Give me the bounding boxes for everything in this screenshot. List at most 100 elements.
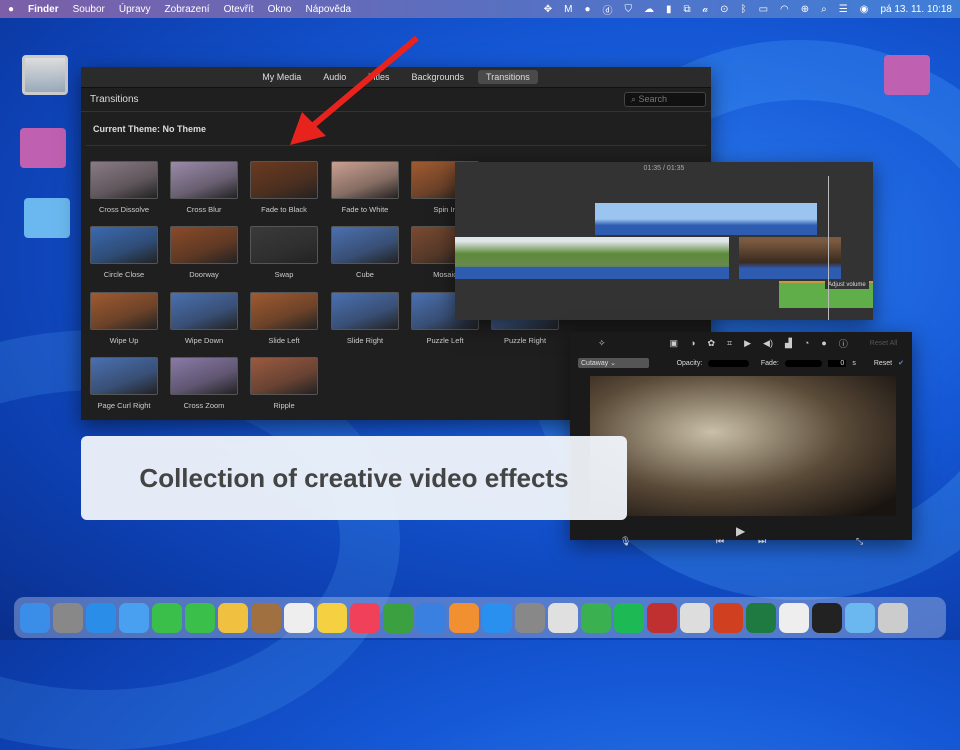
record-icon[interactable]: ● xyxy=(584,4,590,15)
clock[interactable]: pá 13. 11. 10:18 xyxy=(880,4,952,15)
excel-dock-icon[interactable] xyxy=(746,602,776,633)
bluetooth-icon[interactable]: ᛒ xyxy=(741,4,747,15)
menu-soubor[interactable]: Soubor xyxy=(73,4,105,15)
skip-back-icon[interactable]: ⏮ xyxy=(716,536,724,547)
transition-tile[interactable]: Page Curl Right xyxy=(89,357,159,410)
palette-icon[interactable]: ✿ xyxy=(708,338,716,349)
clip-landscape[interactable] xyxy=(455,237,729,279)
preview-dock-icon[interactable] xyxy=(680,602,710,633)
terminal-dock-icon[interactable] xyxy=(812,602,842,633)
volume-icon[interactable]: ◀) xyxy=(763,338,773,349)
menu-okno[interactable]: Okno xyxy=(268,4,292,15)
photos-dock-icon[interactable] xyxy=(218,602,248,633)
menu-otevrit[interactable]: Otevřít xyxy=(224,4,254,15)
wifi-icon[interactable]: ◠ xyxy=(780,4,789,15)
reminders-dock-icon[interactable] xyxy=(284,602,314,633)
color-balance-icon[interactable]: ◑ xyxy=(690,338,695,348)
tab-transitions[interactable]: Transitions xyxy=(478,70,538,84)
imac-desktop-icon[interactable] xyxy=(22,55,68,95)
d-icon[interactable]: ⓓ xyxy=(603,2,613,17)
control-center-icon[interactable]: ☰ xyxy=(839,4,848,15)
apple-menu-icon[interactable]: ● xyxy=(8,4,14,15)
skip-forward-icon[interactable]: ⏭ xyxy=(758,536,766,547)
transition-tile[interactable]: Wipe Up xyxy=(89,292,159,345)
crop-icon[interactable]: ⌗ xyxy=(727,338,732,349)
blue-folder-icon[interactable] xyxy=(24,198,70,238)
transition-tile[interactable]: Cross Dissolve xyxy=(89,161,159,214)
overlay-icon[interactable]: ▣ xyxy=(670,338,679,349)
facetime-dock-icon[interactable] xyxy=(152,602,182,633)
filter-icon[interactable]: ● xyxy=(821,338,826,348)
info-icon[interactable]: ⓘ xyxy=(839,337,848,350)
numbers-dock-icon[interactable] xyxy=(383,602,413,633)
transition-tile[interactable]: Wipe Down xyxy=(169,292,239,345)
playhead[interactable] xyxy=(828,176,829,320)
pink-folder-icon-right[interactable] xyxy=(884,55,930,95)
cloud-icon[interactable]: ☁ xyxy=(644,4,654,15)
transition-tile[interactable]: Fade to Black xyxy=(249,161,319,214)
pages-dock-icon[interactable] xyxy=(449,602,479,633)
screens-icon[interactable]: ⧉ xyxy=(684,4,691,15)
launchpad-dock-icon[interactable] xyxy=(53,602,83,633)
malwarebytes-icon[interactable]: M xyxy=(564,4,572,15)
fade-slider[interactable] xyxy=(784,359,822,367)
transition-tile[interactable]: Ripple xyxy=(249,357,319,410)
spotify-dock-icon[interactable] xyxy=(614,602,644,633)
system-preferences-dock-icon[interactable] xyxy=(515,602,545,633)
opacity-slider[interactable] xyxy=(708,359,749,367)
user-icon[interactable]: ⊕ xyxy=(801,4,809,15)
fullscreen-icon[interactable]: ⤡ xyxy=(856,536,863,547)
finder-dock-icon[interactable] xyxy=(20,602,50,633)
transition-tile[interactable]: Cross Blur xyxy=(169,161,239,214)
reset-all-button[interactable]: Reset All xyxy=(870,340,898,347)
menu-finder[interactable]: Finder xyxy=(28,4,59,15)
play-circle-icon[interactable]: ⊙ xyxy=(720,4,728,15)
feedly-dock-icon[interactable] xyxy=(581,602,611,633)
music-dock-icon[interactable] xyxy=(350,602,380,633)
shield-icon[interactable]: ⛉ xyxy=(625,4,633,15)
clip-cafe[interactable] xyxy=(739,237,841,279)
transition-tile[interactable]: Cube xyxy=(330,226,400,279)
dropbox-icon[interactable]: ✥ xyxy=(544,4,552,15)
transition-tile[interactable]: Slide Right xyxy=(330,292,400,345)
keynote-dock-icon[interactable] xyxy=(416,602,446,633)
magic-wand-icon[interactable]: ✧ xyxy=(598,338,606,349)
pink-folder-icon[interactable] xyxy=(20,128,66,168)
notes-brown-dock-icon[interactable] xyxy=(251,602,281,633)
transition-tile[interactable]: Swap xyxy=(249,226,319,279)
notes-dock-icon[interactable] xyxy=(317,602,347,633)
menu-zobrazeni[interactable]: Zobrazení xyxy=(165,4,210,15)
microphone-icon[interactable]: 🎙 xyxy=(620,536,631,547)
equalizer-icon[interactable]: ▟ xyxy=(785,338,792,349)
battery-icon[interactable]: ▭ xyxy=(759,4,768,15)
menu-upravy[interactable]: Úpravy xyxy=(119,4,151,15)
speed-icon[interactable]: ◔ xyxy=(804,338,809,348)
screens-dock-icon[interactable] xyxy=(647,602,677,633)
fade-input[interactable]: 0 xyxy=(827,359,847,367)
safari-dock-icon[interactable] xyxy=(86,602,116,633)
clip-cutaway[interactable] xyxy=(595,203,817,235)
transition-tile[interactable]: Doorway xyxy=(169,226,239,279)
reset-button[interactable]: Reset xyxy=(874,360,892,367)
transition-tile[interactable]: Slide Left xyxy=(249,292,319,345)
chrome-dock-icon[interactable] xyxy=(548,602,578,633)
siri-icon[interactable]: ◉ xyxy=(860,4,869,15)
transition-tile[interactable]: Fade to White xyxy=(330,161,400,214)
app-store-dock-icon[interactable] xyxy=(482,602,512,633)
layout-icon[interactable]: ▮ xyxy=(666,4,672,15)
signature-icon[interactable]: 𝒶 xyxy=(703,4,709,15)
trash-dock-icon[interactable] xyxy=(878,602,908,633)
overlay-mode-select[interactable]: Cutaway ⌄ xyxy=(578,358,649,368)
messages-dock-icon[interactable] xyxy=(185,602,215,633)
powerpoint-dock-icon[interactable] xyxy=(713,602,743,633)
menu-napoveda[interactable]: Nápověda xyxy=(306,4,352,15)
search-icon[interactable]: ⌕ xyxy=(821,4,827,15)
signature-dock-icon[interactable] xyxy=(779,602,809,633)
apply-check-icon[interactable]: ✔ xyxy=(898,359,904,367)
camera-icon[interactable]: ▶ xyxy=(744,338,751,349)
play-icon[interactable]: ▶ xyxy=(736,524,745,538)
transition-tile[interactable]: Circle Close xyxy=(89,226,159,279)
transition-tile[interactable]: Cross Zoom xyxy=(169,357,239,410)
mail-dock-icon[interactable] xyxy=(119,602,149,633)
downloads-folder-dock-icon[interactable] xyxy=(845,602,875,633)
